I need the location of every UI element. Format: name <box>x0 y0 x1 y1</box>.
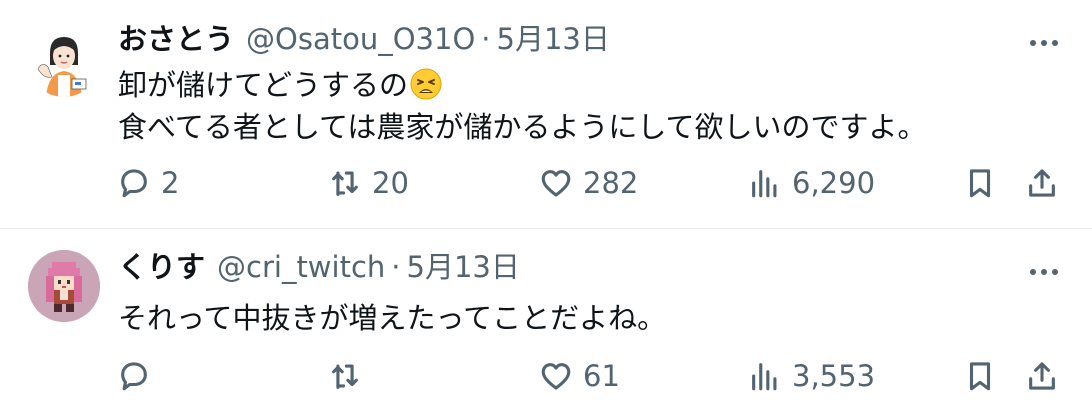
display-name[interactable]: くりす <box>118 249 205 285</box>
like-button[interactable]: 282 <box>539 163 638 203</box>
tweet-line: 食べてる者としては農家が儲かるようにして欲しいのですよ。 <box>118 110 927 144</box>
views-icon <box>752 170 777 198</box>
tweet-actions: 61 3,553 <box>0 356 1092 396</box>
bookmark-button[interactable] <box>963 163 997 203</box>
separator-dot: · <box>391 250 401 284</box>
avatar[interactable] <box>28 25 100 97</box>
avatar[interactable] <box>28 250 100 322</box>
like-icon <box>541 170 571 197</box>
tweet-text: 卸が儲けてどうするの 食べてる者としては農家が儲かるようにして欲しいのですよ。 <box>118 64 927 148</box>
tweet-actions: 2 20 282 6,290 <box>0 163 1092 203</box>
retweet-button[interactable]: 20 <box>328 163 409 203</box>
retweet-icon <box>332 364 358 389</box>
more-icon[interactable] <box>1030 40 1058 46</box>
tweet[interactable]: おさとう @Osatou_O31O · 5月13日 卸が儲けてどうするの 食べて… <box>0 0 1092 228</box>
tweet-line: 卸が儲けてどうするの <box>118 64 927 106</box>
display-name[interactable]: おさとう <box>118 21 234 57</box>
tweet-line: それって中抜きが増えたってことだよね。 <box>118 301 667 335</box>
retweet-icon <box>332 171 358 196</box>
share-button[interactable] <box>1025 356 1059 396</box>
reply-button[interactable] <box>117 356 161 396</box>
reply-count: 2 <box>161 166 180 200</box>
like-icon <box>541 363 571 390</box>
view-count: 6,290 <box>792 166 876 200</box>
tweet-header: くりす @cri_twitch · 5月13日 <box>118 249 520 285</box>
post-date[interactable]: 5月13日 <box>407 249 520 285</box>
user-handle[interactable]: @cri_twitch <box>217 249 385 285</box>
tweet[interactable]: くりす @cri_twitch · 5月13日 それって中抜きが増えたってことだ… <box>0 229 1092 416</box>
bookmark-button[interactable] <box>963 356 997 396</box>
reply-icon <box>121 169 147 198</box>
share-icon <box>1029 169 1055 197</box>
post-date[interactable]: 5月13日 <box>497 21 610 57</box>
like-button[interactable]: 61 <box>539 356 620 396</box>
more-icon[interactable] <box>1030 269 1058 275</box>
share-icon <box>1029 362 1055 390</box>
like-count: 282 <box>583 166 639 200</box>
separator-dot: · <box>481 22 491 56</box>
bookmark-icon <box>969 169 991 198</box>
views-button[interactable]: 6,290 <box>748 163 875 203</box>
bookmark-icon <box>969 362 991 391</box>
retweet-count: 20 <box>372 166 409 200</box>
tweet-line-text: 卸が儲けてどうするの <box>118 68 409 102</box>
views-button[interactable]: 3,553 <box>748 356 875 396</box>
tweet-text: それって中抜きが増えたってことだよね。 <box>118 297 666 339</box>
views-icon <box>752 363 777 391</box>
weary-face-icon <box>410 68 442 100</box>
retweet-button[interactable] <box>328 356 372 396</box>
tweet-header: おさとう @Osatou_O31O · 5月13日 <box>118 21 610 57</box>
like-count: 61 <box>583 359 620 393</box>
reply-icon <box>121 362 147 391</box>
share-button[interactable] <box>1025 163 1059 203</box>
reply-button[interactable]: 2 <box>117 163 179 203</box>
view-count: 3,553 <box>792 359 876 393</box>
user-handle[interactable]: @Osatou_O31O <box>246 21 475 57</box>
